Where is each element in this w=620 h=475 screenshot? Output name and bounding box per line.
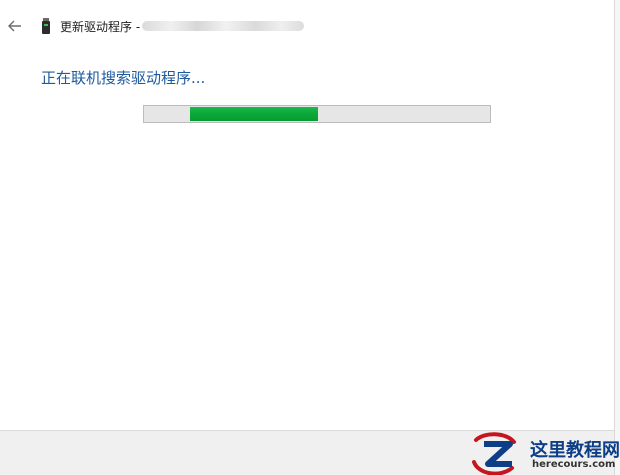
window-edge — [614, 0, 620, 475]
update-driver-dialog: 更新驱动程序 - 正在联机搜索驱动程序... — [0, 0, 614, 475]
window-title: 更新驱动程序 - — [60, 20, 141, 34]
progress-bar — [143, 105, 491, 123]
watermark-url: herecours.com — [532, 459, 616, 470]
back-button[interactable] — [4, 14, 26, 38]
usb-device-icon — [42, 18, 50, 34]
watermark-logo-icon — [472, 432, 516, 475]
progress-fill — [189, 107, 318, 121]
title-bar: 更新驱动程序 - — [0, 0, 614, 50]
back-arrow-icon — [8, 20, 21, 32]
redacted-device-name — [142, 21, 304, 31]
watermark: 这里教程网 herecours.com — [470, 432, 620, 475]
status-text: 正在联机搜索驱动程序... — [41, 69, 206, 87]
